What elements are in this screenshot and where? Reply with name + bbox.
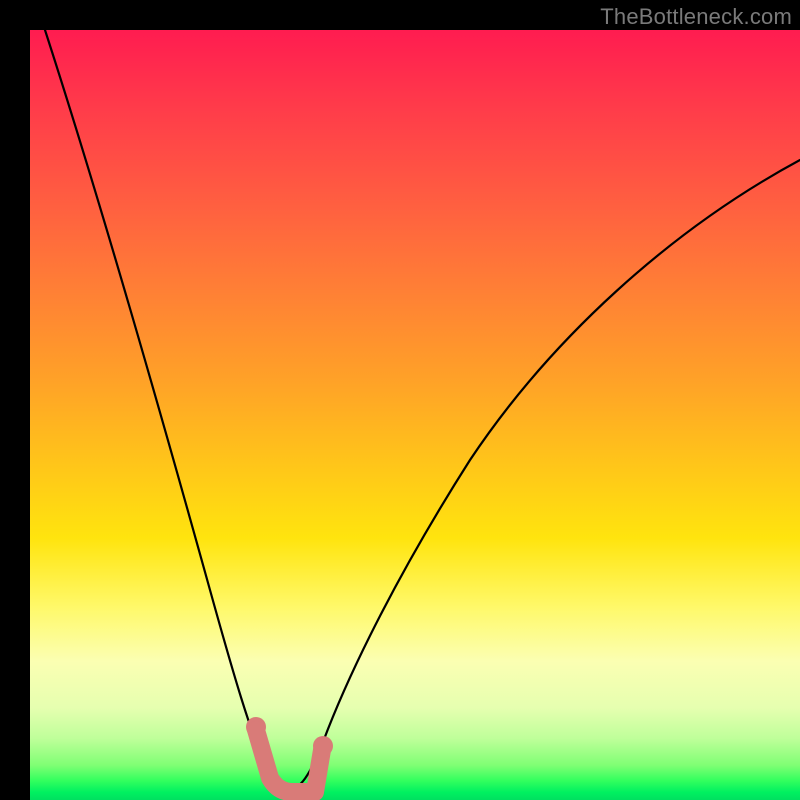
bottleneck-curve (30, 30, 800, 800)
optimal-range-marker (30, 30, 800, 800)
plot-area (30, 30, 800, 800)
watermark-text: TheBottleneck.com (600, 4, 792, 30)
